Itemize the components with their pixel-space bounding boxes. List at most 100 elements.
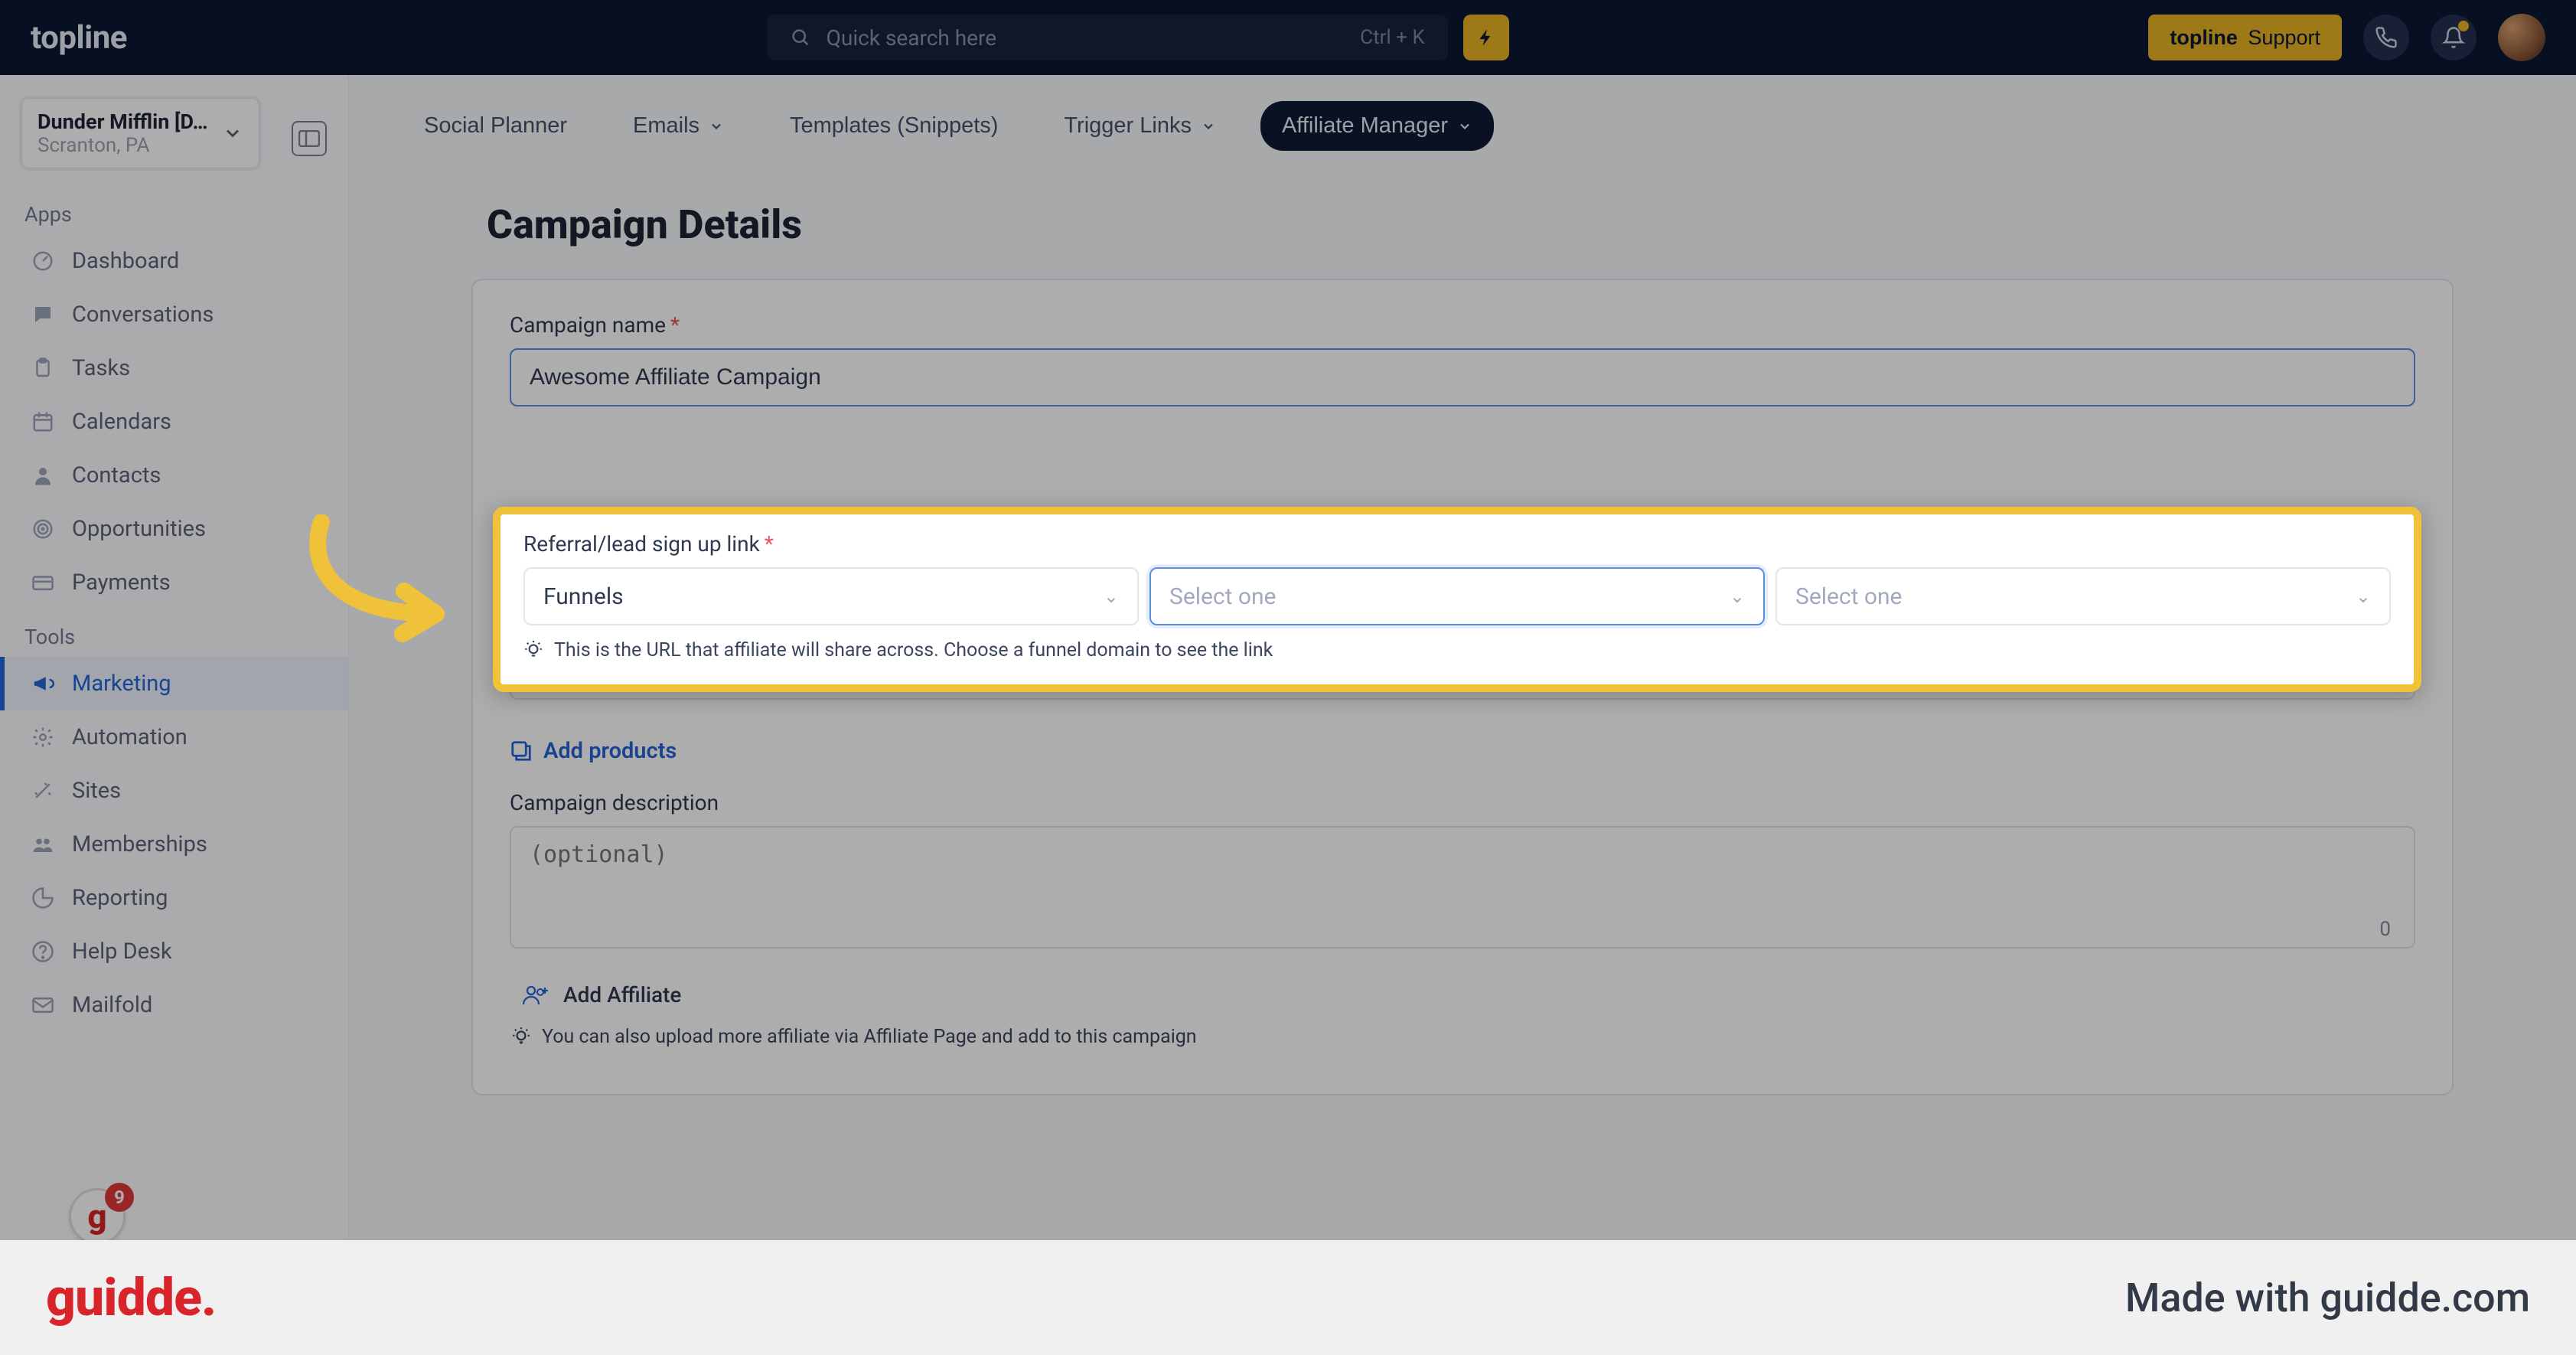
apps-section-label: Apps — [0, 187, 348, 234]
referral-type-select[interactable]: Funnels ⌄ — [523, 567, 1139, 625]
chevron-down-icon — [709, 119, 724, 134]
sidebar-item-calendars[interactable]: Calendars — [0, 395, 348, 449]
sidebar-item-label: Memberships — [72, 831, 207, 857]
group-icon — [31, 832, 55, 857]
description-char-count: 0 — [2379, 918, 2391, 941]
description-label: Campaign description — [510, 790, 2415, 815]
referral-helper: This is the URL that affiliate will shar… — [523, 639, 2391, 661]
sidebar-item-memberships[interactable]: Memberships — [0, 818, 348, 871]
field-description: Campaign description 0 — [510, 790, 2415, 952]
sidebar-item-marketing[interactable]: Marketing — [0, 657, 348, 710]
app-header: topline Quick search here Ctrl + K topli… — [0, 0, 2576, 75]
logo: topline — [31, 19, 127, 57]
tab-trigger-links[interactable]: Trigger Links — [1042, 101, 1237, 151]
clipboard-icon — [31, 356, 55, 380]
bulb-icon — [511, 1027, 531, 1047]
sidebar-item-label: Contacts — [72, 462, 161, 488]
sidebar-item-reporting[interactable]: Reporting — [0, 871, 348, 925]
org-location: Scranton, PA — [37, 134, 208, 157]
sidebar-item-label: Conversations — [72, 302, 214, 328]
tabs-row: Social Planner Emails Templates (Snippets)… — [395, 96, 2530, 155]
sidebar: Dunder Mifflin [D… Scranton, PA Apps Das… — [0, 75, 349, 1240]
field-campaign-name: Campaign name* — [510, 312, 2415, 406]
upload-helper: You can also upload more affiliate via A… — [511, 1026, 2415, 1048]
referral-label: Referral/lead sign up link* — [523, 531, 2391, 557]
chevron-down-icon — [1201, 119, 1216, 134]
sidebar-item-automation[interactable]: Automation — [0, 710, 348, 764]
sidebar-item-label: Mailfold — [72, 992, 152, 1018]
header-right: topline Support — [2148, 14, 2545, 61]
chevron-down-icon: ⌄ — [1730, 586, 1745, 607]
highlight-referral: Referral/lead sign up link* Funnels ⌄ Se… — [493, 507, 2421, 692]
target-icon — [31, 517, 55, 541]
card-icon — [31, 570, 55, 595]
tab-affiliate-manager[interactable]: Affiliate Manager — [1260, 101, 1494, 151]
badge-count: 9 — [105, 1183, 134, 1212]
sidebar-item-label: Calendars — [72, 409, 171, 435]
sidebar-item-label: Marketing — [72, 671, 171, 697]
add-products-icon — [510, 740, 533, 762]
sidebar-item-label: Automation — [72, 724, 187, 750]
gear-icon — [31, 725, 55, 749]
page-title: Campaign Details — [487, 201, 2530, 248]
add-affiliate-button[interactable]: Add Affiliate — [522, 982, 2415, 1007]
search-input[interactable]: Quick search here Ctrl + K — [767, 15, 1448, 60]
description-textarea[interactable] — [510, 826, 2415, 948]
sidebar-item-label: Payments — [72, 570, 171, 596]
org-name: Dunder Mifflin [D… — [37, 109, 208, 134]
bulb-icon — [523, 641, 543, 661]
search-shortcut: Ctrl + K — [1360, 26, 1425, 49]
avatar[interactable] — [2498, 14, 2545, 61]
guidde-g-icon: g — [87, 1197, 106, 1236]
guidde-logo: guidde. — [46, 1267, 216, 1328]
app-root: topline Quick search here Ctrl + K topli… — [0, 0, 2576, 1355]
search-placeholder: Quick search here — [827, 25, 996, 51]
sidebar-item-sites[interactable]: Sites — [0, 764, 348, 818]
sidebar-item-mailfold[interactable]: Mailfold — [0, 978, 348, 1032]
support-button[interactable]: topline Support — [2148, 15, 2342, 60]
search-area: Quick search here Ctrl + K — [767, 15, 1509, 60]
panel-toggle-icon[interactable] — [292, 121, 327, 156]
sidebar-item-label: Opportunities — [72, 516, 206, 542]
tools-nav: Marketing Automation Sites Memberships Repor… — [0, 657, 348, 1032]
tab-emails[interactable]: Emails — [611, 101, 745, 151]
megaphone-icon — [31, 671, 55, 696]
search-icon — [790, 27, 811, 48]
chevron-down-icon — [222, 122, 243, 144]
chat-icon — [31, 302, 55, 327]
referral-funnel-select[interactable]: Select one ⌄ — [1149, 567, 1765, 625]
footer-bar: guidde. Made with guidde.com — [0, 1240, 2576, 1355]
chevron-down-icon — [1457, 119, 1472, 134]
envelope-icon — [31, 993, 55, 1017]
calendar-icon — [31, 410, 55, 434]
sidebar-item-tasks[interactable]: Tasks — [0, 341, 348, 395]
phone-button[interactable] — [2363, 15, 2409, 60]
campaign-name-label: Campaign name* — [510, 312, 2415, 338]
chevron-down-icon: ⌄ — [2356, 586, 2371, 607]
help-icon — [31, 939, 55, 964]
bolt-button[interactable] — [1463, 15, 1509, 60]
sidebar-item-dashboard[interactable]: Dashboard — [0, 234, 348, 288]
referral-select-row: Funnels ⌄ Select one ⌄ Select one ⌄ — [523, 567, 2391, 625]
add-products-button[interactable]: Add products — [510, 738, 677, 764]
sidebar-item-help-desk[interactable]: Help Desk — [0, 925, 348, 978]
guidde-badge[interactable]: g 9 — [69, 1188, 126, 1245]
arrow-annotation — [283, 514, 482, 652]
pie-icon — [31, 886, 55, 910]
referral-domain-select[interactable]: Select one ⌄ — [1775, 567, 2391, 625]
tab-social-planner[interactable]: Social Planner — [403, 101, 589, 151]
sidebar-item-label: Sites — [72, 778, 121, 804]
sidebar-item-label: Dashboard — [72, 248, 179, 274]
sidebar-item-conversations[interactable]: Conversations — [0, 288, 348, 341]
tab-templates-snippets-[interactable]: Templates (Snippets) — [768, 101, 1019, 151]
sidebar-item-label: Help Desk — [72, 939, 172, 965]
sidebar-item-contacts[interactable]: Contacts — [0, 449, 348, 502]
user-icon — [31, 463, 55, 488]
org-switcher[interactable]: Dunder Mifflin [D… Scranton, PA — [21, 98, 259, 168]
notifications-button[interactable] — [2431, 15, 2477, 60]
magic-icon — [31, 779, 55, 803]
campaign-name-input[interactable] — [510, 348, 2415, 406]
add-affiliate-icon — [522, 983, 549, 1007]
sidebar-item-label: Tasks — [72, 355, 130, 381]
gauge-icon — [31, 249, 55, 273]
